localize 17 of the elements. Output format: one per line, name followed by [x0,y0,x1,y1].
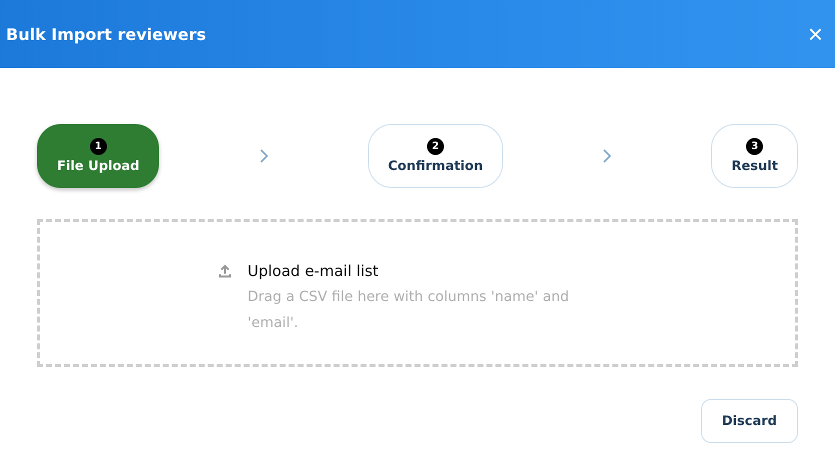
dropzone-title: Upload e-mail list [248,261,380,282]
step-number: 1 [90,138,107,155]
step-label: Confirmation [388,159,483,174]
dropzone-hint: Drag a CSV file here with columns 'name' and 'email'. [248,288,570,333]
step-tab[interactable]: 3 Result [711,124,798,188]
step-label: File Upload [57,159,140,174]
step-tab[interactable]: 2 Confirmation [368,124,503,188]
window-title: Bulk Import reviewers [6,24,206,44]
step-label: Result [731,159,778,174]
chevron-right-icon [258,148,269,164]
discard-button[interactable]: Discard [700,399,798,443]
step-tab[interactable]: 1 File Upload [37,124,160,188]
step-number: 3 [746,138,764,155]
step-number: 2 [426,138,444,155]
chevron-right-icon [602,148,612,164]
drop-zone[interactable]: Upload e-mail list Drag a CSV file here with columns 'name' and 'email'. [37,219,798,367]
upload-icon [218,264,232,278]
